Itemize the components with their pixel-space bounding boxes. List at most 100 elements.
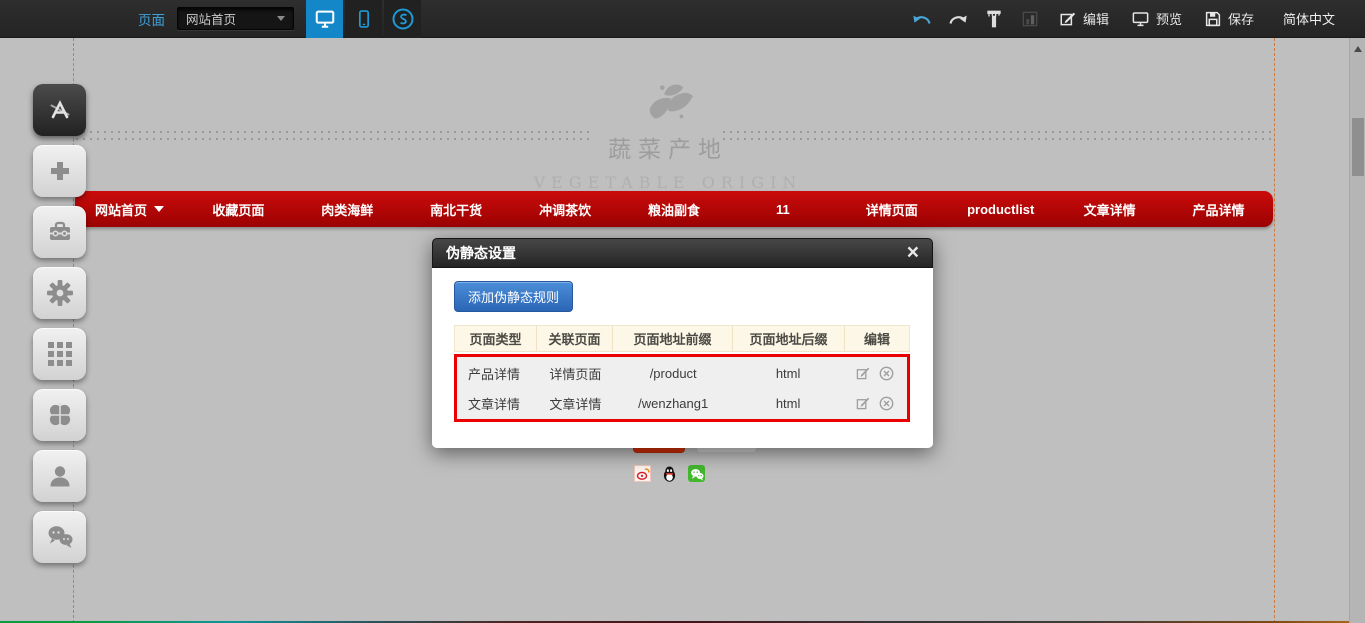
cell-url-suffix: html <box>733 396 844 411</box>
sidebar-item-plugins[interactable] <box>33 389 86 441</box>
table-header-cell: 页面地址后缀 <box>733 326 845 351</box>
delete-row-icon[interactable] <box>879 396 894 411</box>
mobile-view-button[interactable] <box>345 0 382 38</box>
nav-item[interactable]: productlist <box>946 191 1055 227</box>
cell-url-suffix: html <box>733 366 844 381</box>
nav-item[interactable]: 肉类海鲜 <box>293 191 402 227</box>
close-icon[interactable]: × <box>907 243 919 263</box>
undo-button[interactable] <box>912 11 932 26</box>
preview-button[interactable]: 预览 <box>1131 9 1182 28</box>
stats-button[interactable] <box>1020 9 1040 29</box>
sidebar-item-design-tools[interactable] <box>33 84 86 136</box>
save-button[interactable]: 保存 <box>1204 9 1254 28</box>
clover-icon <box>46 401 74 429</box>
plus-icon <box>46 157 74 185</box>
toolbox-icon <box>46 218 74 246</box>
redo-button[interactable] <box>948 11 968 26</box>
pseudo-static-dialog: 伪静态设置 × 添加伪静态规则 页面类型 关联页面 页面地址前缀 页面地址后缀 … <box>432 238 933 448</box>
dialog-title: 伪静态设置 <box>446 243 516 263</box>
nav-item[interactable]: 11 <box>728 191 837 227</box>
sidebar-item-settings[interactable] <box>33 267 86 319</box>
table-row: 产品详情 详情页面 /product html <box>457 358 907 388</box>
table-header-row: 页面类型 关联页面 页面地址前缀 页面地址后缀 编辑 <box>454 325 910 352</box>
cell-actions <box>844 396 907 411</box>
ruler-icon <box>984 8 1004 30</box>
nav-item[interactable]: 冲调茶饮 <box>511 191 620 227</box>
table-header-cell: 编辑 <box>845 326 909 351</box>
sidebar-item-add-module[interactable] <box>33 145 86 197</box>
highlighted-rows: 产品详情 详情页面 /product html <box>454 354 910 422</box>
nav-item[interactable]: 南北干货 <box>402 191 511 227</box>
main-nav: 网站首页 收藏页面 肉类海鲜 南北干货 冲调茶饮 粮油副食 11 详情页面 pr… <box>75 191 1273 227</box>
desktop-icon <box>314 8 336 30</box>
cell-page-type: 文章详情 <box>457 394 538 413</box>
toolbar-left: 页面 网站首页 <box>0 0 423 38</box>
nav-item[interactable]: 产品详情 <box>1164 191 1273 227</box>
nav-item[interactable]: 详情页面 <box>837 191 946 227</box>
rules-table: 页面类型 关联页面 页面地址前缀 页面地址后缀 编辑 产品详情 详情页面 /pr… <box>454 325 910 422</box>
site-header: 蔬菜产地 VEGETABLE ORIGIN <box>418 80 918 192</box>
cell-url-prefix: /product <box>614 366 733 381</box>
mobile-icon <box>354 8 374 30</box>
nav-item[interactable]: 文章详情 <box>1055 191 1164 227</box>
cell-linked-page: 详情页面 <box>538 364 613 383</box>
page-select-value: 网站首页 <box>186 9 236 28</box>
weibo-icon[interactable] <box>634 465 651 482</box>
nav-item[interactable]: 粮油副食 <box>620 191 729 227</box>
edit-row-icon[interactable] <box>856 396 870 410</box>
wechat-icon[interactable] <box>688 465 705 482</box>
table-header-cell: 关联页面 <box>537 326 613 351</box>
design-tools-icon <box>46 96 74 124</box>
table-row: 文章详情 文章详情 /wenzhang1 html <box>457 388 907 418</box>
site-subtitle: VEGETABLE ORIGIN <box>418 173 918 192</box>
desktop-view-button[interactable] <box>306 0 343 38</box>
table-header-cell: 页面类型 <box>455 326 537 351</box>
top-toolbar: 页面 网站首页 <box>0 0 1365 38</box>
language-switcher[interactable]: 简体中文 <box>1283 9 1335 28</box>
undo-icon <box>912 11 932 26</box>
page-select[interactable]: 网站首页 <box>177 7 294 30</box>
chevron-down-icon <box>277 16 285 21</box>
grid-icon <box>48 342 72 366</box>
sidebar-item-wechat[interactable] <box>33 511 86 563</box>
sync-view-button[interactable] <box>384 0 421 38</box>
person-icon <box>46 462 74 490</box>
scroll-up-arrow-icon[interactable] <box>1354 46 1362 52</box>
sidebar-item-member[interactable] <box>33 450 86 502</box>
sync-icon <box>391 7 415 31</box>
save-icon <box>1204 10 1222 28</box>
nav-item-home[interactable]: 网站首页 <box>75 191 184 227</box>
scrollbar[interactable] <box>1349 38 1365 623</box>
social-login-row <box>634 465 705 482</box>
preview-label: 预览 <box>1156 9 1182 28</box>
edit-button[interactable]: 编辑 <box>1059 9 1109 28</box>
edit-label: 编辑 <box>1083 9 1109 28</box>
ruler-button[interactable] <box>984 8 1004 30</box>
edit-icon <box>1059 10 1077 28</box>
chat-bubbles-icon <box>45 523 75 551</box>
table-header-cell: 页面地址前缀 <box>613 326 733 351</box>
edit-row-icon[interactable] <box>856 366 870 380</box>
layout-guide-right <box>1274 38 1275 623</box>
page-menu-label[interactable]: 页面 <box>138 9 165 29</box>
nav-item[interactable]: 收藏页面 <box>184 191 293 227</box>
preview-icon <box>1131 10 1150 28</box>
gear-icon <box>45 278 75 308</box>
chevron-down-icon <box>154 206 164 212</box>
editor-canvas: 页面 网站首页 <box>0 0 1365 623</box>
qq-icon[interactable] <box>661 465 678 482</box>
redo-icon <box>948 11 968 26</box>
cell-linked-page: 文章详情 <box>538 394 613 413</box>
site-title: 蔬菜产地 <box>418 130 918 164</box>
sidebar-item-module-library[interactable] <box>33 328 86 380</box>
delete-row-icon[interactable] <box>879 366 894 381</box>
site-logo <box>418 80 918 126</box>
add-rule-button[interactable]: 添加伪静态规则 <box>454 281 573 312</box>
cell-url-prefix: /wenzhang1 <box>614 396 733 411</box>
stats-icon <box>1020 9 1040 29</box>
sidebar-item-toolbox[interactable] <box>33 206 86 258</box>
dialog-header[interactable]: 伪静态设置 × <box>432 238 933 268</box>
save-label: 保存 <box>1228 9 1254 28</box>
scrollbar-thumb[interactable] <box>1352 118 1364 176</box>
cell-page-type: 产品详情 <box>457 364 538 383</box>
